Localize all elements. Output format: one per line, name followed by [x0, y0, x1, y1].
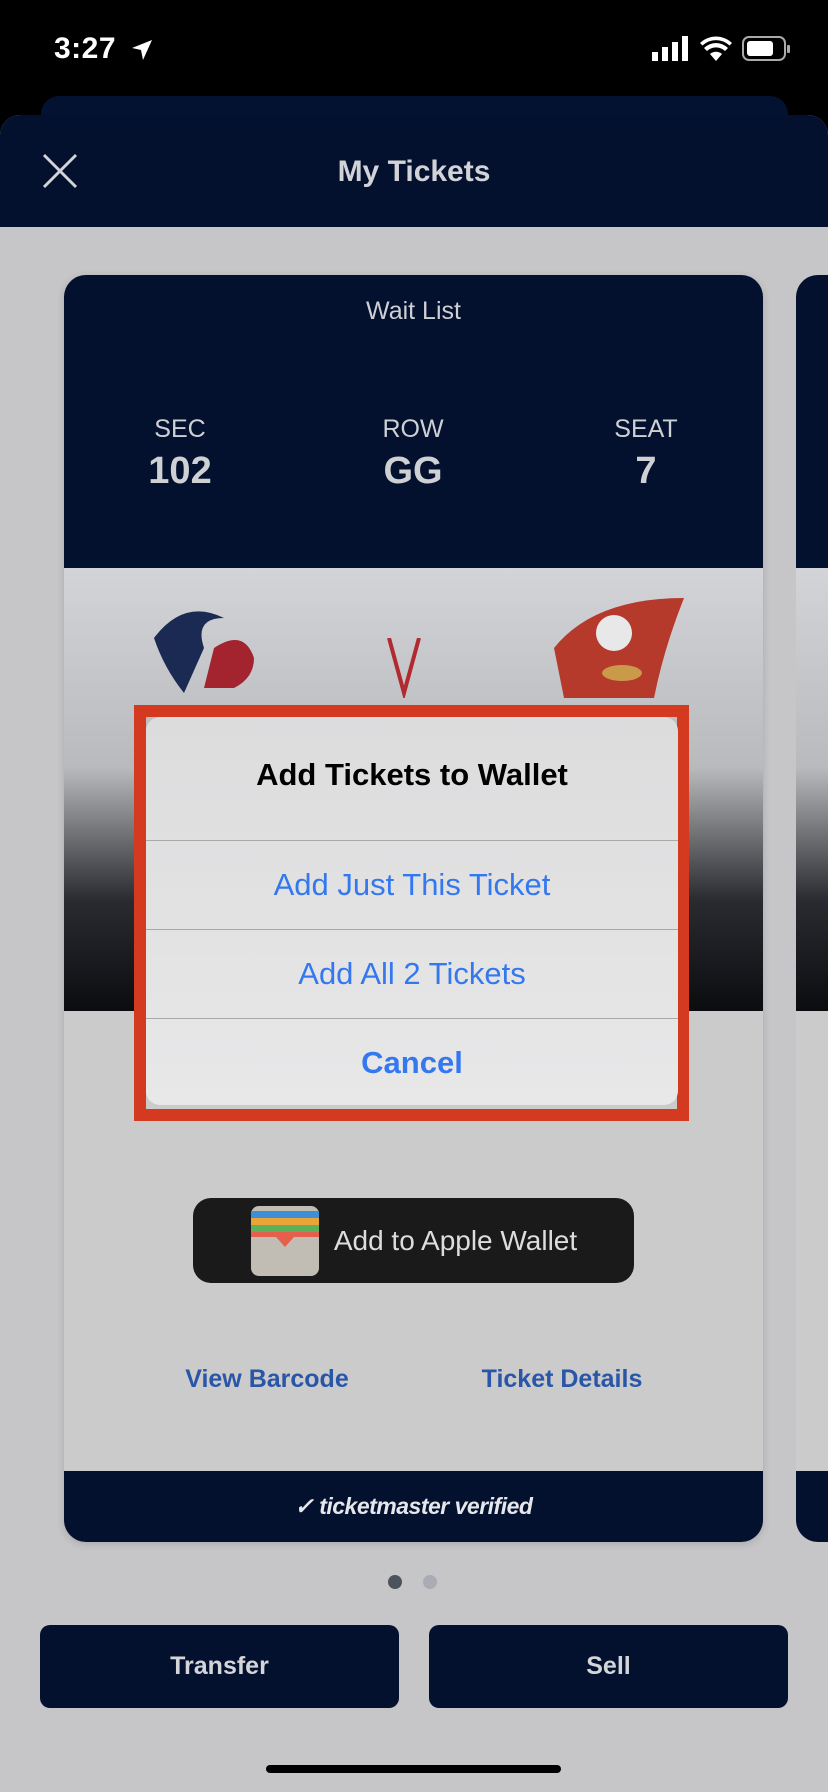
time: 3:27 [54, 32, 117, 65]
signal-icon [652, 36, 688, 61]
next-ticket-footer [796, 1471, 828, 1542]
location-arrow-icon [132, 40, 152, 60]
add-to-apple-wallet-button[interactable]: Add to Apple Wallet [193, 1198, 634, 1283]
sell-button[interactable]: Sell [429, 1625, 788, 1708]
add-all-tickets-button[interactable]: Add All 2 Tickets [146, 930, 678, 1018]
row-label: ROW [382, 415, 444, 443]
home-indicator [266, 1765, 561, 1773]
row-value: GG [383, 450, 443, 492]
row-column: ROW GG [313, 415, 513, 493]
seat-value: 7 [635, 450, 657, 492]
ticketmaster-verified-logo: ✓ ticketmaster verified [64, 1493, 763, 1520]
section-value: 102 [148, 450, 212, 492]
versus-icon [387, 638, 421, 698]
next-ticket-card[interactable] [796, 275, 828, 1542]
verified-badge-icon: ✓ [294, 1493, 320, 1519]
transfer-button[interactable]: Transfer [40, 1625, 399, 1708]
section-column: SEC 102 [80, 415, 280, 493]
alert-title: Add Tickets to Wallet [256, 757, 568, 792]
ticket-header: Wait List SEC 102 ROW GG SEAT 7 [64, 275, 763, 568]
header: My Tickets [0, 115, 828, 227]
verified-text: ticketmaster verified [319, 1493, 533, 1519]
next-ticket-banner [796, 568, 828, 1011]
page-title: My Tickets [337, 155, 491, 188]
cancel-button[interactable]: Cancel [146, 1019, 678, 1105]
buccaneers-logo-icon [554, 598, 684, 698]
page-dot[interactable] [423, 1575, 437, 1589]
wifi-icon [700, 36, 732, 61]
section-label: SEC [154, 415, 206, 443]
page-dot-active[interactable] [388, 1575, 402, 1589]
texans-logo-icon [154, 611, 254, 693]
ticket-footer: ✓ ticketmaster verified [64, 1471, 763, 1542]
seat-column: SEAT 7 [546, 415, 746, 493]
status-bar: 3:27 [0, 0, 828, 100]
seat-label: SEAT [614, 415, 678, 443]
ticket-status-label: Wait List [366, 297, 461, 325]
add-just-this-ticket-button[interactable]: Add Just This Ticket [146, 841, 678, 929]
view-barcode-link[interactable]: View Barcode [117, 1365, 417, 1394]
wallet-action-sheet: Add Tickets to Wallet Add Just This Tick… [146, 717, 678, 1105]
battery-icon [742, 36, 790, 61]
ticket-details-link[interactable]: Ticket Details [412, 1365, 712, 1394]
wallet-button-label: Add to Apple Wallet [333, 1224, 578, 1256]
next-ticket-header [796, 275, 828, 568]
wallet-icon [250, 1205, 319, 1276]
